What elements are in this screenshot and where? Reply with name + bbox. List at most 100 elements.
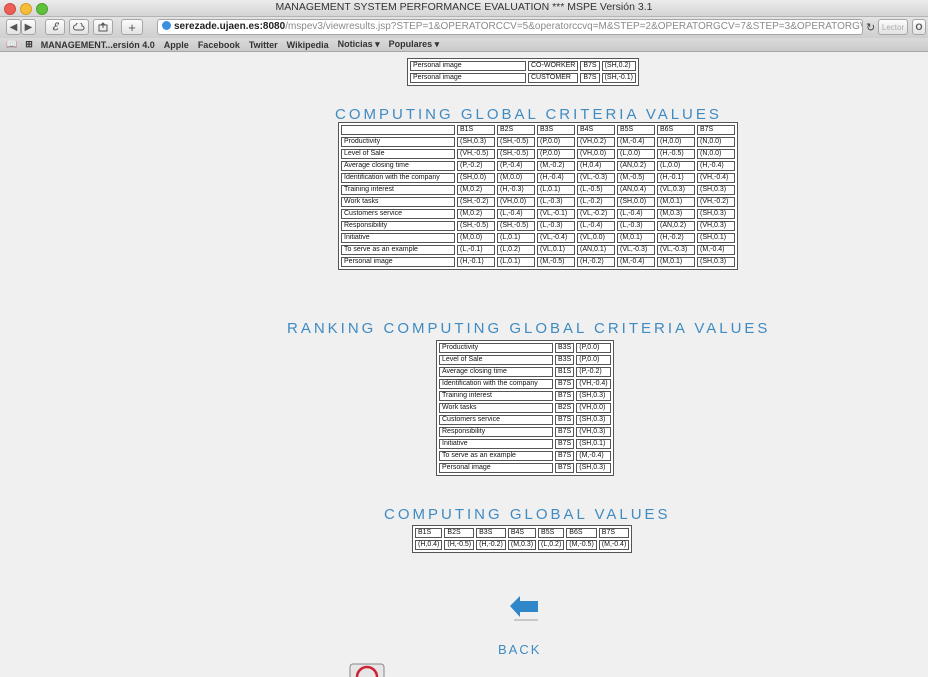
table-cell: (M,-0.2)	[537, 161, 575, 171]
table-cell: To serve as an example	[439, 451, 553, 461]
table-cell: (L,-0.2)	[577, 197, 615, 207]
top-sites-icon[interactable]: ⊞	[25, 39, 33, 50]
table-cell: B7S	[580, 73, 600, 83]
table-cell: B3S	[537, 125, 575, 135]
table-cell: (M,-0.4)	[697, 245, 735, 255]
table-row: Customers service B7S (SH,0.3)	[439, 415, 611, 425]
table-cell: (VL,-0.1)	[537, 209, 575, 219]
table-row: Average closing time (P,-0.2) (P,-0.4) (M,-…	[341, 161, 735, 171]
table-cell: B3S	[555, 355, 575, 365]
global-criteria-heading: COMPUTING GLOBAL CRITERIA VALUES	[335, 106, 722, 123]
table-cell: (P,0.0)	[537, 149, 575, 159]
extension-button[interactable]: O	[912, 19, 926, 35]
table-cell: (H,-0.4)	[697, 161, 735, 171]
table-cell: (M,0.3)	[657, 209, 695, 219]
table-cell: Customers service	[341, 209, 455, 219]
table-cell: (M,-0.4)	[617, 257, 655, 267]
table-cell: (M,-0.4)	[576, 451, 611, 461]
table-row: To serve as an example (L,-0.1) (L,0.2) (VL…	[341, 245, 735, 255]
table-cell: B7S	[555, 451, 575, 461]
table-cell: (H,-0.5)	[657, 149, 695, 159]
table-row: Identification with the company (SH,0.0)(…	[341, 173, 735, 183]
table-row: B1S B2S B3S B4S B5S B6S B7S	[415, 528, 630, 538]
table-cell: (SH,-0.5)	[497, 149, 535, 159]
table-row: (H,0.4) (H,-0.5) (H,-0.2) (M,0.3) (L,0.2) (M,…	[415, 540, 630, 550]
icloud-button[interactable]	[69, 19, 89, 35]
table-cell: B1S	[457, 125, 495, 135]
history-button[interactable]: ℰ	[45, 19, 65, 35]
table-cell: B7S	[697, 125, 735, 135]
bookmark-noticias[interactable]: Noticias ▾	[338, 39, 380, 50]
table-row: Responsibility (SH,-0.5) (SH,-0.5) (L,-0.3)…	[341, 221, 735, 231]
table-cell: (H,0.4)	[577, 161, 615, 171]
table-cell: B7S	[580, 61, 600, 71]
table-cell: (M,-0.4)	[598, 540, 630, 550]
table-cell: B2S	[444, 528, 475, 538]
table-cell: Identification with the company	[439, 379, 553, 389]
table-cell: (H,0.0)	[657, 137, 695, 147]
table-cell: (VL,-0.3)	[617, 245, 655, 255]
table-cell: (M,0.1)	[617, 233, 655, 243]
table-row: Responsibility B7S (VH,0.3)	[439, 427, 611, 437]
url-host: serezade.ujaen.es:8080	[174, 21, 286, 32]
back-nav-button[interactable]: ◀	[6, 19, 21, 35]
table-cell: (VH,0.0)	[576, 403, 611, 413]
table-cell: Work tasks	[341, 197, 455, 207]
book-icon[interactable]: 📖	[6, 39, 17, 50]
forward-nav-icon: ▶	[24, 21, 33, 33]
table-cell: Initiative	[439, 439, 553, 449]
share-button[interactable]	[93, 19, 113, 35]
back-arrow-icon[interactable]	[508, 594, 542, 622]
table-cell: Productivity	[341, 137, 455, 147]
global-values-table: B1S B2S B3S B4S B5S B6S B7S (H,0.4) (H,-0.5) (H,-…	[412, 525, 633, 553]
cloud-icon	[73, 23, 85, 31]
bookmark-management[interactable]: MANAGEMENT...ersión 4.0	[41, 40, 155, 50]
previous-table-tail: Personal image CO-WORKER B7S (SH,0.2) Pe…	[407, 58, 639, 86]
table-cell: (L,0.2)	[497, 245, 535, 255]
table-cell	[341, 125, 455, 135]
reload-icon[interactable]: ↻	[866, 21, 875, 34]
table-cell: B5S	[538, 528, 565, 538]
table-cell: (P,0.0)	[537, 137, 575, 147]
table-cell: (L,-0.1)	[457, 245, 495, 255]
table-cell: (SH,-0.5)	[497, 221, 535, 231]
table-cell: (M,0.3)	[507, 540, 537, 550]
address-bar[interactable]: serezade.ujaen.es:8080/mspev3/viewresult…	[157, 19, 863, 35]
table-cell: (P,-0.2)	[457, 161, 495, 171]
global-values-heading: COMPUTING GLOBAL VALUES	[384, 506, 671, 523]
table-row: To serve as an example B7S (M,-0.4)	[439, 451, 611, 461]
table-cell: (M,0.1)	[657, 257, 695, 267]
table-cell: (H,-0.2)	[577, 257, 615, 267]
table-cell: B1S	[555, 367, 575, 377]
table-cell: Level of Sale	[439, 355, 553, 365]
table-cell: (SH,0.3)	[576, 415, 611, 425]
table-cell: (SH,0.3)	[457, 137, 495, 147]
new-tab-button[interactable]: +	[121, 19, 143, 35]
bookmark-populares[interactable]: Populares ▾	[389, 39, 440, 50]
table-row: Customers service (M,0.2) (L,-0.4) (VL,-0.1…	[341, 209, 735, 219]
table-cell: Personal image	[341, 257, 455, 267]
forward-nav-button[interactable]: ▶	[21, 19, 36, 35]
table-cell: (H,-0.5)	[444, 540, 475, 550]
back-link[interactable]: BACK	[498, 642, 541, 657]
bookmark-apple[interactable]: Apple	[164, 40, 189, 50]
bookmark-twitter[interactable]: Twitter	[249, 40, 278, 50]
table-cell: (VH,0.0)	[497, 197, 535, 207]
table-cell: Personal image	[410, 61, 526, 71]
table-cell: (VH,-0.4)	[576, 379, 611, 389]
bookmark-facebook[interactable]: Facebook	[198, 40, 240, 50]
table-cell: (SH,0.1)	[697, 233, 735, 243]
table-cell: (L,-0.4)	[617, 209, 655, 219]
table-cell: (VH,-0.2)	[697, 197, 735, 207]
table-cell: (L,-0.3)	[537, 221, 575, 231]
url-path: /mspev3/viewresults.jsp?STEP=1&OPERATORC…	[285, 21, 863, 32]
table-cell: (H,-0.1)	[457, 257, 495, 267]
red-circle-icon[interactable]	[349, 663, 385, 677]
bookmark-wikipedia[interactable]: Wikipedia	[287, 40, 329, 50]
table-cell: (VH,-0.4)	[697, 173, 735, 183]
table-cell: To serve as an example	[341, 245, 455, 255]
table-cell: B6S	[657, 125, 695, 135]
table-cell: B1S	[415, 528, 443, 538]
reader-button[interactable]: Lector	[878, 19, 908, 35]
table-cell: (SH,0.0)	[457, 173, 495, 183]
